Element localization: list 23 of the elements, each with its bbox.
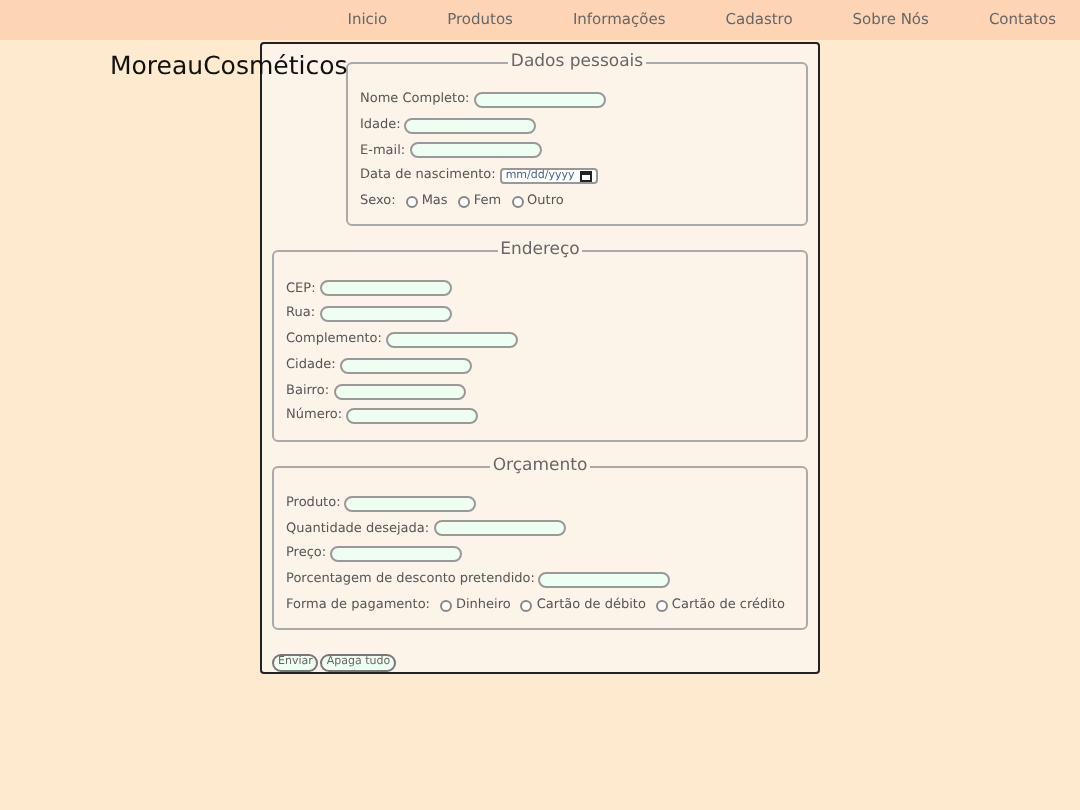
input-field[interactable] (409, 142, 542, 159)
input-field[interactable] (433, 520, 566, 537)
input-field[interactable] (404, 117, 537, 134)
input-field[interactable] (344, 495, 477, 512)
input-field[interactable] (346, 408, 479, 425)
radio-button[interactable] (655, 599, 668, 612)
input-field[interactable] (333, 383, 466, 400)
radio-button[interactable] (405, 196, 418, 209)
calendar-icon[interactable] (580, 170, 593, 183)
section-title: Dados pessoais (508, 54, 646, 71)
radio-button[interactable] (457, 196, 470, 209)
section-title: Endereço (498, 242, 582, 260)
input-field[interactable] (319, 306, 452, 323)
radio-button[interactable] (440, 599, 452, 612)
section-title: Orçamento (490, 457, 590, 475)
input-field[interactable] (339, 357, 472, 374)
input-field[interactable] (385, 331, 518, 348)
input-field[interactable] (538, 572, 671, 589)
input-field[interactable] (473, 91, 606, 108)
input-field[interactable] (319, 280, 452, 297)
input-field[interactable] (330, 546, 463, 563)
radio-button[interactable] (511, 196, 524, 209)
radio-button[interactable] (520, 599, 533, 612)
